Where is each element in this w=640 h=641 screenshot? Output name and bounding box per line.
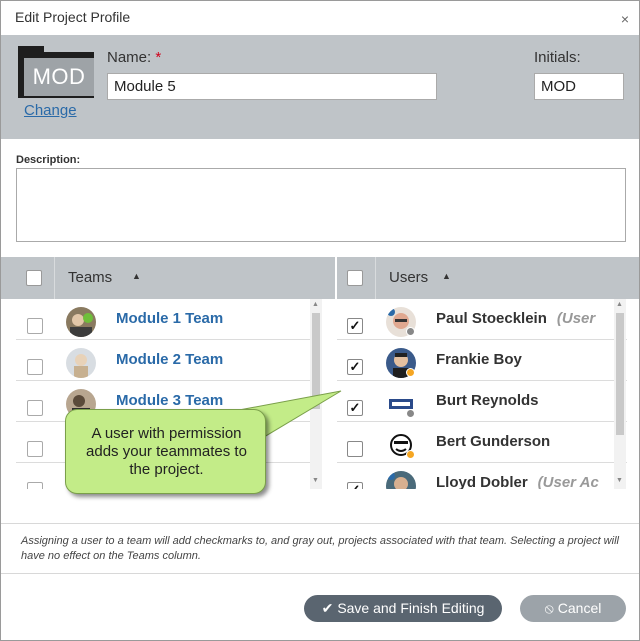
- callout-pointer: [222, 390, 342, 447]
- edit-project-dialog: Edit Project Profile × MOD Change Name: …: [0, 0, 640, 641]
- callout-text: A user with permission adds your teammat…: [86, 425, 247, 478]
- help-callout: A user with permission adds your teammat…: [65, 409, 266, 494]
